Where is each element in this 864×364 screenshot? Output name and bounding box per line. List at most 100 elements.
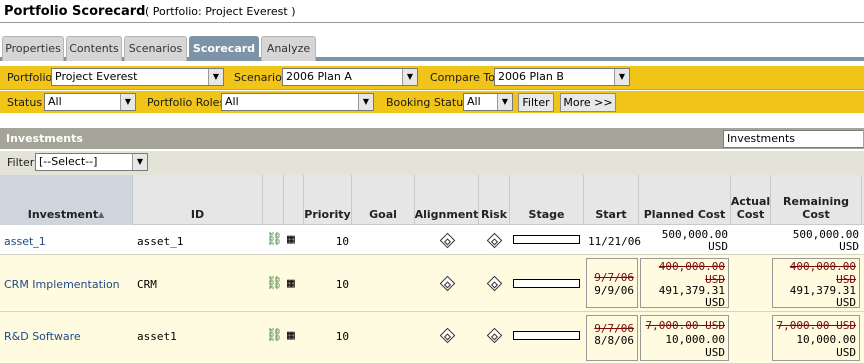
planned-cost-unit: USD xyxy=(708,240,728,253)
column-header-planned-cost[interactable]: Planned Cost xyxy=(639,175,731,225)
scenario-check-icon[interactable]: ▦ xyxy=(287,328,295,343)
investments-section-bar: Investments Investments xyxy=(0,128,864,149)
filter-label: Filter xyxy=(7,156,35,169)
priority-value: 10 xyxy=(335,235,349,248)
column-header-alignment[interactable]: Alignment xyxy=(415,175,479,225)
remaining-cost-old: 7,000.00 USD xyxy=(776,319,856,332)
investment-id: asset1 xyxy=(137,330,177,343)
hierarchy-icon[interactable]: ⛓ xyxy=(266,276,283,291)
compare-to-select-value: 2006 Plan B xyxy=(498,70,564,83)
remaining-cost-unit: USD xyxy=(836,296,856,309)
portfolio-roles-select[interactable]: All ▼ xyxy=(221,93,374,111)
stage-progress-bar xyxy=(513,331,580,340)
status-label: Status xyxy=(7,96,43,109)
planned-cost-unit: USD xyxy=(705,296,725,309)
sort-ascending-icon: ▲ xyxy=(98,210,105,219)
column-header-investment[interactable]: Investment ▲ xyxy=(0,175,133,225)
start-date-cell: 9/7/06 8/8/06 xyxy=(586,315,638,361)
booking-status-select-value: All xyxy=(467,95,481,108)
scenario-check-icon[interactable]: ▦ xyxy=(287,276,295,291)
planned-cost-new: 10,000.00 xyxy=(665,333,725,346)
tab-scenarios[interactable]: Scenarios xyxy=(124,36,187,61)
hierarchy-icon[interactable]: ⛓ xyxy=(266,232,283,247)
tab-analyze[interactable]: Analyze xyxy=(261,36,316,61)
remaining-cost-new: 10,000.00 xyxy=(796,333,856,346)
remaining-cost-unit: USD xyxy=(839,240,859,253)
compare-to-label: Compare To xyxy=(430,71,495,84)
chevron-down-icon: ▼ xyxy=(358,94,373,110)
hierarchy-icon[interactable]: ⛓ xyxy=(266,328,283,343)
portfolio-roles-select-value: All xyxy=(225,95,239,108)
start-date-new: 8/8/06 xyxy=(594,334,634,347)
status-select[interactable]: All ▼ xyxy=(44,93,136,111)
start-date: 11/21/06 xyxy=(588,235,641,248)
portfolio-select-value: Project Everest xyxy=(55,70,138,83)
filter-select-value: [--Select--] xyxy=(39,155,98,168)
planned-cost-cell: 7,000.00 USD 10,000.00 USD xyxy=(640,315,729,361)
portfolio-roles-label: Portfolio Roles xyxy=(147,96,226,109)
scenario-select-value: 2006 Plan A xyxy=(286,70,352,83)
compare-to-select[interactable]: 2006 Plan B ▼ xyxy=(494,68,630,86)
investment-link[interactable]: CRM Implementation xyxy=(4,278,120,291)
tab-contents[interactable]: Contents xyxy=(66,36,122,61)
portfolio-label: Portfolio xyxy=(7,71,53,84)
investment-id: asset_1 xyxy=(137,235,184,248)
investments-title: Investments xyxy=(6,132,83,145)
booking-status-select[interactable]: All ▼ xyxy=(463,93,513,111)
column-header-priority[interactable]: Priority xyxy=(304,175,352,225)
priority-value: 10 xyxy=(335,330,349,343)
table-row: R&D Software asset1 ⛓ ▦ 10 9/7/06 8/8/06… xyxy=(0,312,864,364)
filter-button[interactable]: Filter xyxy=(518,93,554,112)
planned-cost-old: 7,000.00 USD xyxy=(645,319,725,332)
table-header-row: Investment ▲ ID Priority Goal Alignment R… xyxy=(0,175,864,225)
tab-scorecard[interactable]: Scorecard xyxy=(189,36,259,61)
scenario-select[interactable]: 2006 Plan A ▼ xyxy=(282,68,418,86)
column-header-goal[interactable]: Goal xyxy=(352,175,415,225)
alignment-diamond-icon xyxy=(439,275,456,292)
table-row: CRM Implementation CRM ⛓ ▦ 10 9/7/06 9/9… xyxy=(0,255,864,312)
column-header-id[interactable]: ID xyxy=(133,175,263,225)
remaining-cost-cell: 7,000.00 USD 10,000.00 USD xyxy=(772,315,860,361)
page-header: Portfolio Scorecard ( Portfolio: Project… xyxy=(0,0,864,36)
more-button[interactable]: More >> xyxy=(560,93,616,112)
column-header-stage[interactable]: Stage xyxy=(510,175,584,225)
alignment-diamond-icon xyxy=(439,327,456,344)
start-date-cell: 9/7/06 9/9/06 xyxy=(586,258,638,308)
risk-diamond-icon xyxy=(486,232,503,249)
chevron-down-icon: ▼ xyxy=(208,69,223,85)
column-header-investment-label: Investment xyxy=(27,208,99,221)
tab-bar: Properties Contents Scenarios Scorecard … xyxy=(0,36,864,61)
page-title: Portfolio Scorecard xyxy=(4,4,146,19)
risk-diamond-icon xyxy=(486,275,503,292)
column-header-actual-cost[interactable]: Actual Cost xyxy=(731,175,771,225)
portfolio-filter-bar: Portfolio Project Everest ▼ Scenario 200… xyxy=(0,66,864,90)
priority-value: 10 xyxy=(335,278,349,291)
filter-select[interactable]: [--Select--] ▼ xyxy=(35,153,148,171)
column-header-start[interactable]: Start xyxy=(584,175,639,225)
scenario-add-icon[interactable]: ▦ xyxy=(287,232,295,247)
chevron-down-icon: ▼ xyxy=(614,69,629,85)
scenario-label: Scenario xyxy=(234,71,282,84)
start-date-old: 9/7/06 xyxy=(594,271,634,284)
chevron-down-icon: ▼ xyxy=(497,94,512,110)
status-filter-bar: Status All ▼ Portfolio Roles All ▼ Booki… xyxy=(0,91,864,115)
page-subtitle: ( Portfolio: Project Everest ) xyxy=(145,5,296,18)
chevron-down-icon: ▼ xyxy=(120,94,135,110)
alignment-diamond-icon xyxy=(439,232,456,249)
investment-link[interactable]: R&D Software xyxy=(4,330,81,343)
column-header-remaining-cost[interactable]: Remaining Cost xyxy=(771,175,862,225)
planned-cost-cell: 400,000.00 USD 491,379.31 USD xyxy=(640,258,729,309)
header-divider xyxy=(0,22,864,23)
tab-properties[interactable]: Properties xyxy=(2,36,64,61)
portfolio-select[interactable]: Project Everest ▼ xyxy=(51,68,224,86)
investment-link[interactable]: asset_1 xyxy=(4,235,46,248)
start-date-new: 9/9/06 xyxy=(594,284,634,297)
stage-progress-bar xyxy=(513,279,580,288)
investments-view-select[interactable]: Investments xyxy=(723,130,863,148)
stage-progress-bar xyxy=(513,235,580,244)
spacer xyxy=(0,113,864,128)
risk-diamond-icon xyxy=(486,327,503,344)
column-header-risk[interactable]: Risk xyxy=(479,175,510,225)
chevron-down-icon: ▼ xyxy=(132,154,147,170)
column-header-scenario xyxy=(284,175,304,225)
